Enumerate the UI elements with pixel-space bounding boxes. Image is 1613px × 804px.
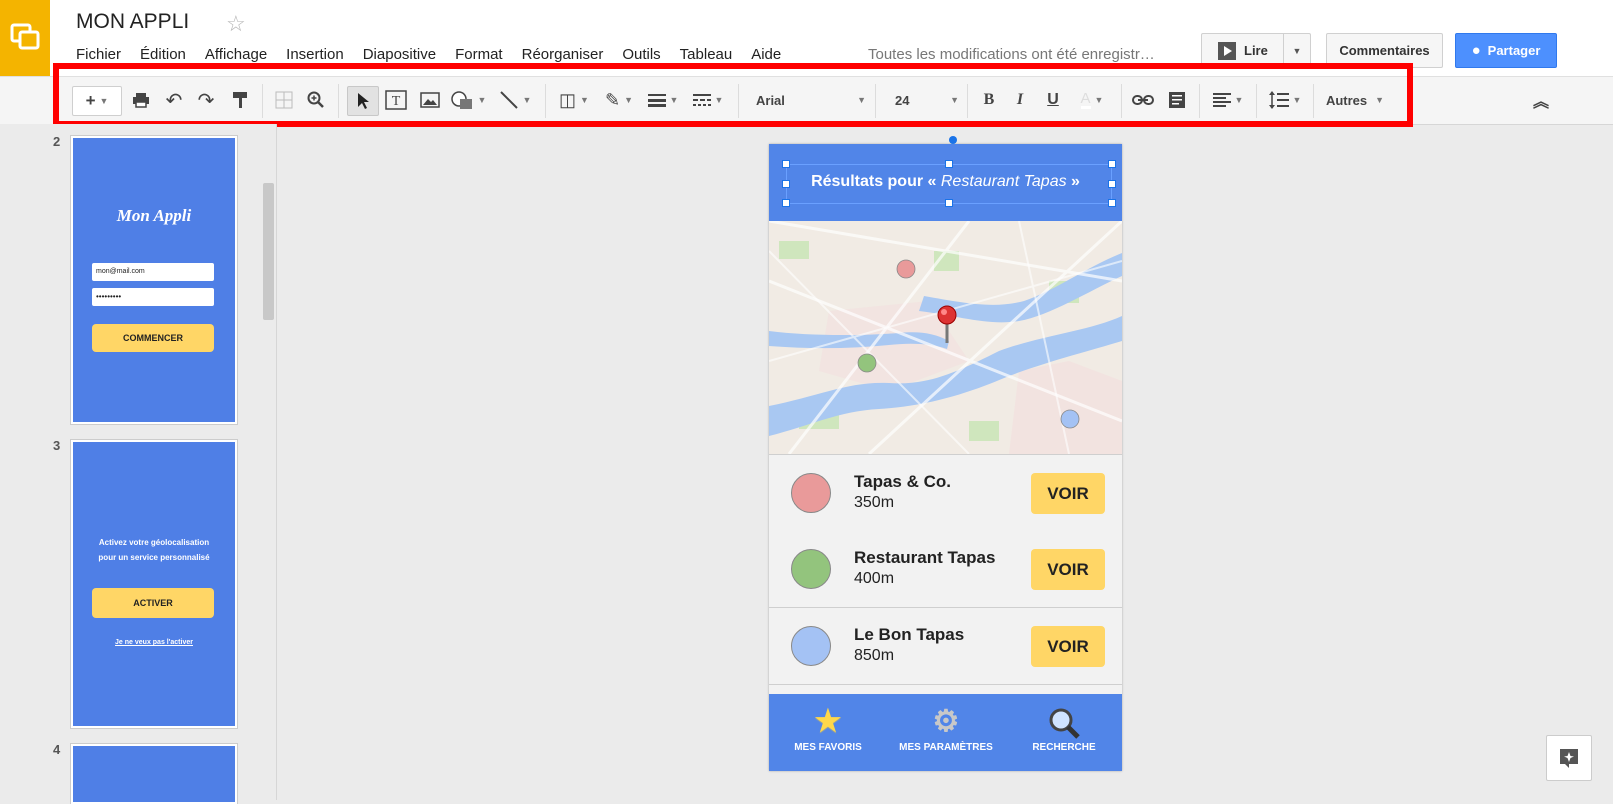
result-name: Le Bon Tapas <box>854 625 965 644</box>
resize-handle[interactable] <box>782 180 790 188</box>
play-icon <box>1218 41 1236 60</box>
result-color-dot <box>791 549 831 589</box>
nav-settings-label: MES PARAMÈTRES <box>899 742 993 753</box>
nav-search[interactable]: RECHERCHE <box>1005 694 1123 771</box>
nav-favorites[interactable]: ★ MES FAVORIS <box>769 694 887 771</box>
resize-handle[interactable] <box>782 199 790 207</box>
double-chevron-up-icon: ︽ <box>1532 94 1549 111</box>
menu-bar: Fichier Édition Affichage Insertion Diap… <box>76 46 800 63</box>
result-name: Restaurant Tapas <box>854 548 996 567</box>
document-title[interactable]: MON APPLI <box>76 10 189 34</box>
result-name: Tapas & Co. <box>854 472 951 491</box>
slides-logo[interactable] <box>0 0 50 76</box>
resize-handle[interactable] <box>1108 160 1116 168</box>
present-label: Lire <box>1244 43 1268 58</box>
star-icon: ★ <box>814 705 842 738</box>
slide-thumbnail-4[interactable] <box>70 743 238 804</box>
result-distance: 850m <box>854 647 895 664</box>
resize-handle[interactable] <box>782 160 790 168</box>
text-selection-box[interactable] <box>786 164 1112 204</box>
share-label: Partager <box>1487 43 1541 58</box>
voir-button[interactable]: VOIR <box>1031 626 1105 667</box>
menu-format[interactable]: Format <box>455 46 503 63</box>
nav-search-label: RECHERCHE <box>1032 742 1096 753</box>
collapse-toolbar-button[interactable]: ︽ <box>1528 86 1554 114</box>
menu-edition[interactable]: Édition <box>140 46 186 63</box>
nav-favorites-label: MES FAVORIS <box>794 742 862 753</box>
explore-icon <box>1560 749 1578 768</box>
menu-insertion[interactable]: Insertion <box>286 46 344 63</box>
result-color-dot <box>791 626 831 666</box>
menu-diapositive[interactable]: Diapositive <box>363 46 436 63</box>
bottom-nav-bar: ★ MES FAVORIS ⚙ MES PARAMÈTRES RECHERCHE <box>769 694 1122 771</box>
voir-button[interactable]: VOIR <box>1031 549 1105 590</box>
resize-handle[interactable] <box>1108 199 1116 207</box>
thumb-geoloc-text-1: Activez votre géolocalisation <box>98 538 210 547</box>
result-color-dot <box>791 473 831 513</box>
slide-number: 3 <box>53 438 61 453</box>
save-status[interactable]: Toutes les modifications ont été enregis… <box>868 46 1155 63</box>
map-illustration <box>769 221 1122 454</box>
result-row[interactable]: Restaurant Tapas 400m VOIR <box>769 531 1122 608</box>
menu-aide[interactable]: Aide <box>751 46 781 63</box>
share-person-icon: ● <box>1471 42 1481 59</box>
star-icon[interactable]: ☆ <box>226 11 246 37</box>
menu-affichage[interactable]: Affichage <box>205 46 267 63</box>
slide-number: 2 <box>53 134 61 149</box>
thumb-app-name: Mon Appli <box>116 206 192 225</box>
toolbar-highlight-box <box>53 63 1413 127</box>
magnifier-icon <box>1005 704 1123 742</box>
result-row[interactable]: Tapas & Co. 350m VOIR <box>769 454 1122 532</box>
thumb-decline-link: Je ne veux pas l'activer <box>115 639 193 646</box>
menu-outils[interactable]: Outils <box>622 46 660 63</box>
thumb-email-field: mon@mail.com <box>92 263 214 281</box>
menu-reorganiser[interactable]: Réorganiser <box>522 46 604 63</box>
thumb-password-field: ••••••••• <box>92 288 214 306</box>
rotate-handle[interactable] <box>949 136 957 144</box>
filmstrip-scrollbar[interactable] <box>263 183 274 320</box>
thumb-geoloc-text-2: pour un service personnalisé <box>98 553 210 562</box>
result-distance: 350m <box>854 494 895 511</box>
slide-thumbnail-2[interactable]: Mon Appli mon@mail.com ••••••••• COMMENC… <box>70 135 238 425</box>
map-image <box>769 221 1122 454</box>
share-button[interactable]: ● Partager <box>1455 33 1557 68</box>
voir-button[interactable]: VOIR <box>1031 473 1105 514</box>
gear-icon: ⚙ <box>932 705 960 738</box>
explore-button[interactable] <box>1546 735 1592 781</box>
menu-tableau[interactable]: Tableau <box>680 46 733 63</box>
thumb-activate-button: ACTIVER <box>92 588 214 618</box>
resize-handle[interactable] <box>945 160 953 168</box>
thumb-start-button: COMMENCER <box>92 324 214 352</box>
menu-fichier[interactable]: Fichier <box>76 46 121 63</box>
result-row[interactable]: Le Bon Tapas 850m VOIR <box>769 608 1122 685</box>
slide-thumbnail-3[interactable]: Activez votre géolocalisation pour un se… <box>70 439 238 729</box>
resize-handle[interactable] <box>1108 180 1116 188</box>
nav-settings[interactable]: ⚙ MES PARAMÈTRES <box>887 694 1005 771</box>
resize-handle[interactable] <box>945 199 953 207</box>
result-distance: 400m <box>854 570 895 587</box>
slides-logo-icon <box>10 23 40 50</box>
slide-number: 4 <box>53 742 61 757</box>
